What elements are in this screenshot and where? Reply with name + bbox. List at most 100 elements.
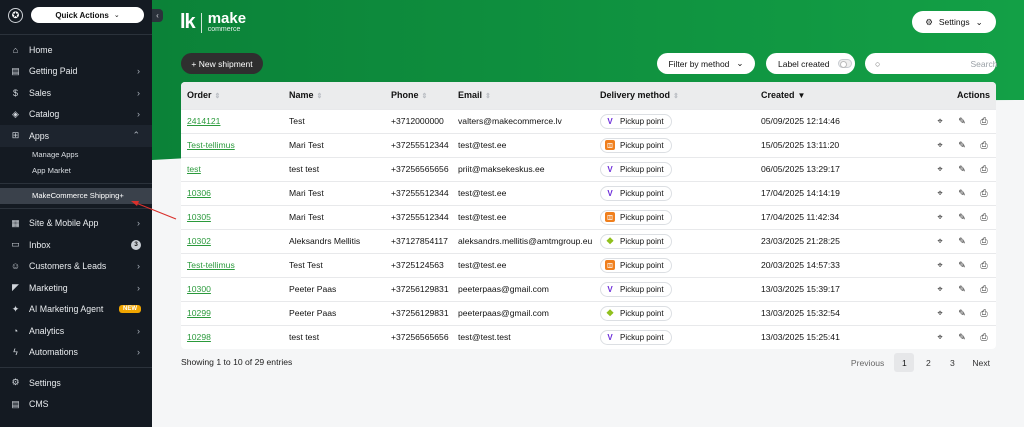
order-link[interactable]: Test-tellimus — [187, 140, 235, 150]
column-header-phone[interactable]: Phone ⇕ — [385, 82, 452, 109]
sidebar-item-customers-leads[interactable]: ☺ Customers & Leads › — [0, 256, 152, 278]
delivery-method-cell: ◫ Pickup point — [594, 204, 755, 229]
order-link[interactable]: 10300 — [187, 284, 211, 294]
sidebar-item-home[interactable]: ⌂ Home — [0, 39, 152, 61]
print-icon[interactable]: ⎙ — [978, 260, 990, 271]
order-link[interactable]: 10302 — [187, 236, 211, 246]
column-header-name[interactable]: Name ⇕ — [283, 82, 385, 109]
print-icon[interactable]: ⎙ — [978, 332, 990, 343]
table-row: 2414121 Test +3712000000 valters@makecommer… — [181, 108, 996, 133]
sidebar-subitem-manage-apps[interactable]: Manage Apps — [0, 147, 152, 163]
sidebar-subitem-makecommerce-shipping[interactable]: MakeCommerce Shipping+ — [0, 187, 152, 204]
location-pin-icon[interactable]: ⌖ — [934, 164, 946, 175]
edit-pencil-icon[interactable]: ✎ — [956, 260, 968, 271]
quick-actions-button[interactable]: Quick Actions ⌄ — [31, 7, 144, 23]
sidebar-item-automations[interactable]: ϟ Automations › — [0, 342, 152, 364]
sidebar-item-sales[interactable]: $ Sales › — [0, 82, 152, 104]
order-link[interactable]: 10305 — [187, 212, 211, 222]
edit-pencil-icon[interactable]: ✎ — [956, 332, 968, 343]
location-pin-icon[interactable]: ⌖ — [934, 212, 946, 223]
sidebar-item-label: Site & Mobile App — [29, 218, 99, 229]
sidebar-item-analytics[interactable]: ◔ Analytics › — [0, 320, 152, 342]
sidebar-item-getting-paid[interactable]: ▤ Getting Paid › — [0, 61, 152, 83]
edit-pencil-icon[interactable]: ✎ — [956, 140, 968, 151]
column-header-created[interactable]: Created ▼ — [755, 82, 915, 109]
edit-pencil-icon[interactable]: ✎ — [956, 284, 968, 295]
edit-pencil-icon[interactable]: ✎ — [956, 188, 968, 199]
actions-cell: ⌖ ✎ ⎙ — [915, 180, 996, 205]
sidebar-item-cms[interactable]: ▤ CMS — [0, 394, 152, 416]
next-page-button[interactable]: Next — [966, 353, 996, 372]
gear-icon: ⚙ — [11, 377, 20, 388]
order-link[interactable]: 10298 — [187, 332, 211, 342]
order-link[interactable]: 10306 — [187, 188, 211, 198]
previous-page-button[interactable]: Previous — [845, 353, 890, 372]
column-header-order[interactable]: Order ⇕ — [181, 82, 283, 109]
edit-pencil-icon[interactable]: ✎ — [956, 212, 968, 223]
sidebar-item-inbox[interactable]: ▭ Inbox 3 — [0, 234, 152, 256]
sidebar-item-label: Analytics — [29, 325, 65, 336]
page-button-1[interactable]: 1 — [894, 353, 915, 372]
page-button-2[interactable]: 2 — [918, 353, 938, 372]
order-link[interactable]: 10299 — [187, 308, 211, 318]
order-link[interactable]: 2414121 — [187, 116, 220, 126]
table-row: Test-tellimus Test Test +3725124563 test@te… — [181, 252, 996, 277]
star-logo-icon[interactable]: ✪ — [8, 7, 23, 23]
filter-by-method-dropdown[interactable]: Filter by method ⌄ — [657, 53, 755, 74]
delivery-method-label: Pickup point — [620, 260, 664, 270]
chevron-down-icon: ⌄ — [113, 12, 120, 19]
location-pin-icon[interactable]: ⌖ — [934, 188, 946, 199]
edit-pencil-icon[interactable]: ✎ — [956, 236, 968, 247]
chevron-right-icon: › — [137, 87, 140, 98]
print-icon[interactable]: ⎙ — [978, 188, 990, 199]
name-cell: Test Test — [283, 252, 385, 277]
edit-pencil-icon[interactable]: ✎ — [956, 308, 968, 319]
sidebar-item-site-mobile-app[interactable]: ▦ Site & Mobile App › — [0, 213, 152, 235]
brand-mark: lk — [180, 11, 196, 33]
page-button-3[interactable]: 3 — [942, 353, 962, 372]
new-shipment-button[interactable]: + New shipment — [181, 53, 263, 74]
print-icon[interactable]: ⎙ — [978, 116, 990, 127]
sidebar-item-apps[interactable]: ⊞ Apps ⌃ — [0, 125, 152, 147]
edit-pencil-icon[interactable]: ✎ — [956, 164, 968, 175]
print-icon[interactable]: ⎙ — [978, 236, 990, 247]
location-pin-icon[interactable]: ⌖ — [934, 260, 946, 271]
location-pin-icon[interactable]: ⌖ — [934, 308, 946, 319]
delivery-method-label: Pickup point — [620, 284, 664, 294]
chevron-down-icon: ⌄ — [736, 58, 744, 68]
print-icon[interactable]: ⎙ — [978, 164, 990, 175]
order-link[interactable]: Test-tellimus — [187, 260, 235, 270]
collapse-sidebar-button[interactable]: ‹ — [152, 9, 163, 22]
sidebar-item-settings[interactable]: ⚙ Settings — [0, 372, 152, 394]
location-pin-icon[interactable]: ⌖ — [934, 284, 946, 295]
settings-button[interactable]: ⚙ Settings ⌄ — [912, 11, 996, 33]
search-input[interactable] — [886, 58, 998, 69]
location-pin-icon[interactable]: ⌖ — [934, 140, 946, 151]
column-header-email[interactable]: Email ⇕ — [452, 82, 594, 109]
print-icon[interactable]: ⎙ — [978, 212, 990, 223]
phone-cell: +37127854117 — [385, 228, 452, 253]
location-pin-icon[interactable]: ⌖ — [934, 116, 946, 127]
sidebar-item-label: Automations — [29, 347, 78, 358]
location-pin-icon[interactable]: ⌖ — [934, 332, 946, 343]
email-cell: test@test.ee — [452, 180, 594, 205]
order-link[interactable]: test — [187, 164, 201, 174]
label-created-toggle[interactable]: Label created — [766, 53, 855, 74]
sidebar-subitem-app-market[interactable]: App Market — [0, 163, 152, 179]
name-cell: Test — [283, 108, 385, 133]
sidebar-item-marketing[interactable]: ◤ Marketing › — [0, 277, 152, 299]
order-cell: Test-tellimus — [181, 132, 283, 157]
delivery-method-label: Pickup point — [620, 212, 664, 222]
print-icon[interactable]: ⎙ — [978, 308, 990, 319]
edit-pencil-icon[interactable]: ✎ — [956, 116, 968, 127]
print-icon[interactable]: ⎙ — [978, 284, 990, 295]
sidebar-item-ai-marketing-agent[interactable]: ✦ AI Marketing Agent NEW — [0, 299, 152, 321]
gear-icon: ⚙ — [925, 16, 933, 27]
search-box[interactable]: ○ — [865, 53, 998, 74]
column-header-delivery-method[interactable]: Delivery method ⇕ — [594, 82, 755, 109]
print-icon[interactable]: ⎙ — [978, 140, 990, 151]
home-icon: ⌂ — [12, 44, 19, 55]
location-pin-icon[interactable]: ⌖ — [934, 236, 946, 247]
toggle-switch[interactable] — [837, 59, 852, 68]
sidebar-item-catalog[interactable]: ◈ Catalog › — [0, 104, 152, 126]
